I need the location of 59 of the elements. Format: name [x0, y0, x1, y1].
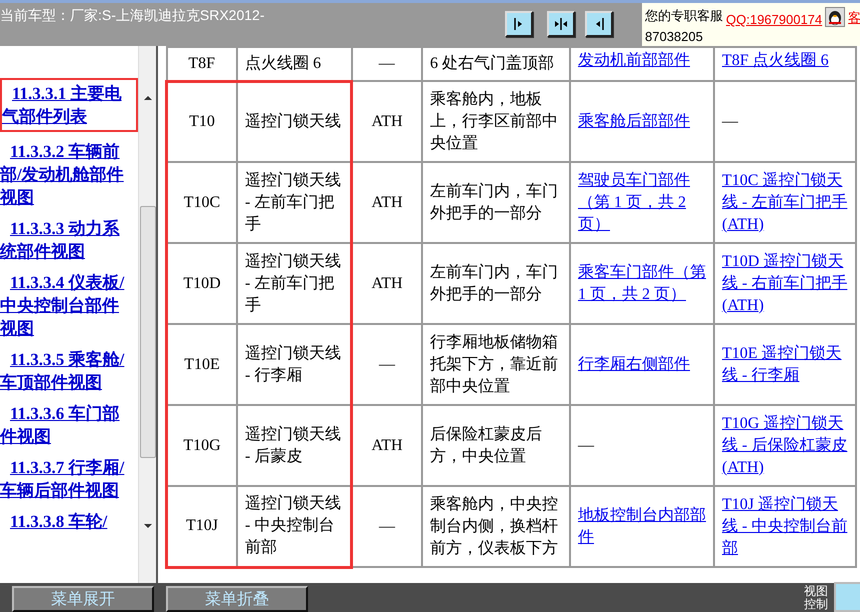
cell-text: ATH — [371, 274, 403, 292]
cell-text: 后保险杠蒙皮后方，中央位置 — [430, 426, 542, 464]
table-link[interactable]: T10J 遥控门锁天线 - 中央控制台前部 — [722, 494, 848, 560]
cell-text: — — [578, 436, 594, 454]
cell-text: T10E — [184, 356, 220, 372]
table-link[interactable]: 乘客车门部件（第 1 页，共 2 页） — [578, 262, 706, 306]
nav-link[interactable]: 11.3.3.5 乘客舱/车顶部件视图 — [0, 348, 138, 394]
vehicle-name: 厂家:S-上海凯迪拉克SRX2012- — [70, 7, 264, 25]
table-link[interactable]: T8F 点火线圈 6 — [722, 50, 848, 72]
cell-text: — — [379, 518, 395, 534]
cell-text: 遥控门锁天线 - 左前车门把手 — [245, 172, 341, 232]
penguin-icon — [825, 7, 846, 27]
nav-link[interactable]: 11.3.3.8 车轮/ — [0, 510, 138, 533]
scroll-thumb[interactable] — [140, 206, 156, 458]
cell-text: T8F — [188, 54, 216, 72]
nav-link[interactable]: 11.3.3.1 主要电气部件列表 — [0, 78, 138, 132]
table-link[interactable]: T10C 遥控门锁天线 - 左前车门把手 (ATH) — [722, 170, 848, 236]
table-link[interactable]: T10E 遥控门锁天线 - 行李厢 — [722, 342, 848, 386]
view-toggle-button[interactable] — [585, 11, 613, 37]
cell-text: 遥控门锁天线 - 中央控制台前部 — [245, 495, 341, 556]
cell-text: 左前车门内，车门外把手的一部分 — [430, 264, 558, 302]
cell-text: 乘客舱内，地板上，行李区前部中央位置 — [430, 90, 558, 152]
cell-text: T10J — [186, 517, 218, 534]
qq-link[interactable]: QQ:1967900174 — [726, 12, 822, 27]
cell-text: 遥控门锁天线 — [245, 112, 341, 130]
table-link[interactable]: 驾驶员车门部件（第 1 页，共 2 页） — [578, 170, 706, 236]
cell-text: 点火线圈 6 — [245, 54, 321, 72]
cell-text: 左前车门内，车门外把手的一部分 — [430, 182, 558, 222]
table-link[interactable]: 行李厢右侧部件 — [578, 354, 706, 376]
cell-text: — — [722, 112, 738, 130]
cell-text: T10 — [189, 112, 215, 130]
cell-text: ATH — [371, 436, 403, 454]
view-toggle-button[interactable] — [547, 11, 575, 37]
cell-text: 行李厢地板储物箱托架下方，靠近前部中央位置 — [430, 334, 558, 394]
phone-number: 87038205 — [645, 29, 704, 44]
scrollbar[interactable] — [138, 46, 156, 583]
service-title: 您的专职客服 — [645, 7, 723, 25]
cell-text: ATH — [371, 194, 403, 210]
cell-text: 乘客舱内，中央控制台内侧，换档杆前方，仪表板下方 — [430, 496, 558, 556]
cell-text: 遥控门锁天线 - 行李厢 — [245, 344, 341, 384]
nav-link[interactable]: 11.3.3.7 行李厢/车辆后部件视图 — [0, 456, 138, 502]
cell-text: ATH — [371, 112, 403, 130]
nav-link[interactable]: 11.3.3.3 动力系统部件视图 — [0, 217, 138, 263]
cell-text: — — [378, 55, 395, 72]
cell-text: 遥控门锁天线 - 左前车门把手 — [245, 252, 341, 314]
cell-text: T10C — [184, 194, 220, 210]
cell-text: T10D — [183, 274, 221, 292]
table-link[interactable]: T10G 遥控门锁天线 - 后保险杠蒙皮 (ATH) — [722, 412, 848, 478]
view-toggle-button[interactable] — [505, 11, 533, 37]
cell-text: T10G — [183, 436, 221, 454]
table-link[interactable]: 乘客舱后部部件 — [578, 110, 706, 132]
cell-text: — — [379, 356, 395, 372]
cell-text: 6 处右气门盖顶部 — [430, 55, 554, 72]
cell-text: 遥控门锁天线 - 后蒙皮 — [245, 426, 341, 464]
table-link[interactable]: 发动机前部部件 — [578, 50, 706, 72]
view-control-label: 视图控制 — [804, 584, 829, 610]
table-link[interactable]: T10D 遥控门锁天线 - 右前车门把手 (ATH) — [722, 250, 848, 316]
vehicle-label: 当前车型： — [0, 7, 70, 25]
table-link[interactable]: 地板控制台内部部件 — [578, 504, 706, 548]
